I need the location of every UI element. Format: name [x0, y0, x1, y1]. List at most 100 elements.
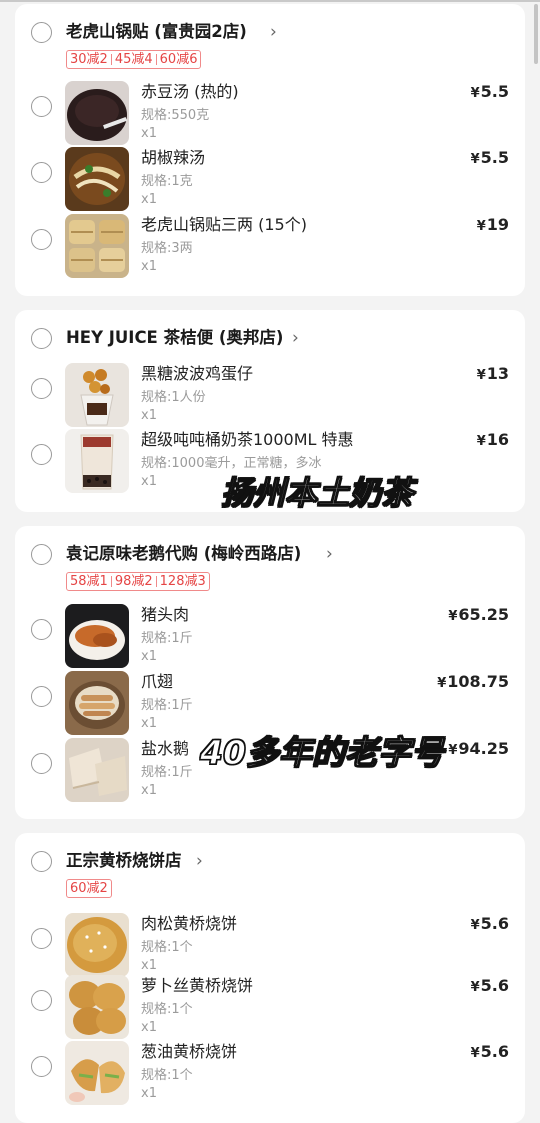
item-quantity: x1	[141, 1086, 157, 1101]
item-quantity: x1	[141, 474, 157, 489]
item-spec: 规格:1斤	[141, 631, 193, 646]
item-select-checkbox[interactable]	[31, 753, 52, 774]
promo-tag: 30减2	[70, 52, 108, 67]
chevron-right-icon[interactable]: ›	[326, 540, 333, 568]
item-name: 葱油黄桥烧饼	[141, 1042, 238, 1061]
pork-head-photo[interactable]	[65, 604, 129, 668]
shop-select-checkbox[interactable]	[31, 544, 52, 565]
cart-item: 爪翅 规格:1斤 x1 ¥108.75	[15, 671, 525, 735]
item-quantity: x1	[141, 259, 157, 274]
chevron-right-icon[interactable]: ›	[292, 324, 299, 352]
item-name: 赤豆汤 (热的)	[141, 82, 239, 101]
item-price: ¥5.6	[470, 914, 509, 933]
scallion-shaobing-photo[interactable]	[65, 1041, 129, 1105]
item-select-checkbox[interactable]	[31, 229, 52, 250]
egg-waffle-photo[interactable]	[65, 363, 129, 427]
cart-item: 胡椒辣汤 规格:1克 x1 ¥5.5	[15, 147, 525, 211]
item-price: ¥5.6	[470, 1042, 509, 1061]
cart-item: 黑糖波波鸡蛋仔 规格:1人份 x1 ¥13	[15, 363, 525, 427]
promo-tag: 60减6	[159, 52, 198, 67]
item-select-checkbox[interactable]	[31, 619, 52, 640]
item-name: 老虎山锅贴三两 (15个)	[141, 215, 307, 234]
item-quantity: x1	[141, 192, 157, 207]
item-select-checkbox[interactable]	[31, 686, 52, 707]
cart-item: 猪头肉 规格:1斤 x1 ¥65.25	[15, 604, 525, 668]
item-select-checkbox[interactable]	[31, 378, 52, 399]
item-quantity: x1	[141, 126, 157, 141]
item-price: ¥5.6	[470, 976, 509, 995]
item-spec: 规格:550克	[141, 108, 210, 123]
potstickers-photo[interactable]	[65, 214, 129, 278]
cart-item: 赤豆汤 (热的) 规格:550克 x1 ¥5.5	[15, 81, 525, 145]
chevron-right-icon[interactable]: ›	[196, 847, 203, 875]
item-spec: 规格:3两	[141, 241, 193, 256]
salted-goose-photo[interactable]	[65, 738, 129, 802]
promo-tags: 30减2 45减4 60减6	[66, 50, 202, 69]
shop-card: 袁记原味老鹅代购 (梅岭西路店) › 58减1 98减2 128减3 猪头肉 规…	[15, 526, 525, 819]
promo-separator	[155, 54, 157, 65]
item-name: 盐水鹅	[141, 739, 190, 758]
cart-item: 盐水鹅 规格:1斤 x1 ¥94.25	[15, 738, 525, 802]
item-name: 萝卜丝黄桥烧饼	[141, 976, 254, 995]
item-spec: 规格:1人份	[141, 390, 206, 405]
top-divider	[0, 0, 540, 2]
shop-name[interactable]: HEY JUICE 茶桔便 (奥邦店)	[66, 324, 283, 352]
item-price: ¥5.5	[470, 82, 509, 101]
item-select-checkbox[interactable]	[31, 928, 52, 949]
promo-tag: 128减3	[159, 574, 206, 589]
pepper-soup-photo[interactable]	[65, 147, 129, 211]
wings-feet-photo[interactable]	[65, 671, 129, 735]
promo-tag: 98减2	[114, 574, 153, 589]
shop-card: 老虎山锅贴 (富贵园2店) › 30减2 45减4 60减6 赤豆汤 (热的) …	[15, 4, 525, 296]
item-price: ¥108.75	[437, 672, 509, 691]
cart-item: 萝卜丝黄桥烧饼 规格:1个 x1 ¥5.6	[15, 975, 525, 1039]
scrollbar-thumb[interactable]	[534, 4, 538, 64]
item-price: ¥13	[476, 364, 509, 383]
cart-item: 超级吨吨桶奶茶1000ML 特惠 规格:1000毫升，正常糖，多冰 x1 ¥16	[15, 429, 525, 493]
item-name: 肉松黄桥烧饼	[141, 914, 238, 933]
item-quantity: x1	[141, 1020, 157, 1035]
promo-separator	[110, 54, 112, 65]
radish-shaobing-photo[interactable]	[65, 975, 129, 1039]
promo-tag: 60减2	[70, 881, 108, 896]
promo-tags: 60减2	[66, 879, 112, 898]
item-select-checkbox[interactable]	[31, 1056, 52, 1077]
item-name: 爪翅	[141, 672, 174, 691]
red-bean-soup-photo[interactable]	[65, 81, 129, 145]
cart-item: 老虎山锅贴三两 (15个) 规格:3两 x1 ¥19	[15, 214, 525, 278]
floss-shaobing-photo[interactable]	[65, 913, 129, 977]
item-quantity: x1	[141, 958, 157, 973]
shop-name[interactable]: 袁记原味老鹅代购 (梅岭西路店)	[66, 540, 301, 568]
shop-select-checkbox[interactable]	[31, 328, 52, 349]
item-name: 猪头肉	[141, 605, 190, 624]
promo-tag: 45减4	[114, 52, 153, 67]
item-select-checkbox[interactable]	[31, 162, 52, 183]
item-select-checkbox[interactable]	[31, 990, 52, 1011]
shop-card: 正宗黄桥烧饼店 › 60减2 肉松黄桥烧饼 规格:1个 x1 ¥5.6 萝卜丝黄…	[15, 833, 525, 1123]
shop-select-checkbox[interactable]	[31, 22, 52, 43]
item-price: ¥19	[476, 215, 509, 234]
item-spec: 规格:1克	[141, 174, 193, 189]
shop-name[interactable]: 老虎山锅贴 (富贵园2店)	[66, 18, 247, 46]
item-spec: 规格:1斤	[141, 698, 193, 713]
item-price: ¥94.25	[448, 739, 509, 758]
shop-select-checkbox[interactable]	[31, 851, 52, 872]
item-select-checkbox[interactable]	[31, 96, 52, 117]
item-quantity: x1	[141, 408, 157, 423]
item-quantity: x1	[141, 649, 157, 664]
promo-tag: 58减1	[70, 574, 108, 589]
item-price: ¥5.5	[470, 148, 509, 167]
item-name: 胡椒辣汤	[141, 148, 206, 167]
item-select-checkbox[interactable]	[31, 444, 52, 465]
shop-card: HEY JUICE 茶桔便 (奥邦店) › 黑糖波波鸡蛋仔 规格:1人份 x1 …	[15, 310, 525, 512]
milk-tea-photo[interactable]	[65, 429, 129, 493]
shop-name[interactable]: 正宗黄桥烧饼店	[66, 847, 182, 875]
item-price: ¥16	[476, 430, 509, 449]
item-quantity: x1	[141, 716, 157, 731]
item-spec: 规格:1斤	[141, 765, 193, 780]
item-name: 超级吨吨桶奶茶1000ML 特惠	[141, 430, 354, 449]
item-spec: 规格:1个	[141, 940, 193, 955]
promo-separator	[110, 576, 112, 587]
chevron-right-icon[interactable]: ›	[270, 18, 277, 46]
item-spec: 规格:1000毫升，正常糖，多冰	[141, 456, 322, 471]
